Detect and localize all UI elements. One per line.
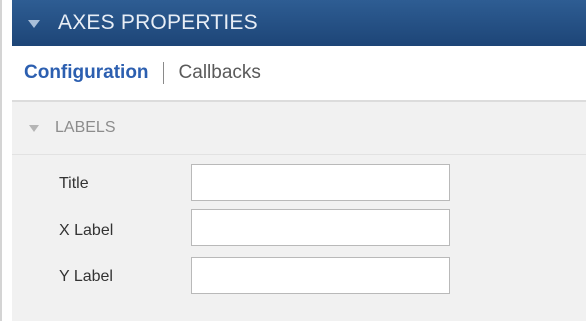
- title-input[interactable]: [191, 164, 450, 201]
- x-label-label: X Label: [59, 222, 114, 239]
- tab-callbacks[interactable]: Callbacks: [179, 62, 261, 84]
- y-label-input[interactable]: [191, 257, 450, 294]
- y-label-label: Y Label: [59, 268, 113, 285]
- labels-section: LABELS Title X Label Y Label: [12, 102, 586, 321]
- title-label: Title: [59, 175, 89, 192]
- section-collapse-caret-icon[interactable]: [29, 124, 39, 132]
- section-divider: [12, 154, 586, 155]
- panel-title: AXES PROPERTIES: [58, 11, 258, 34]
- tab-configuration[interactable]: Configuration: [24, 62, 149, 84]
- axes-properties-panel: AXES PROPERTIES Configuration Callbacks …: [0, 0, 586, 321]
- tab-bar: Configuration Callbacks: [12, 46, 586, 100]
- labels-section-header[interactable]: LABELS: [12, 102, 586, 154]
- x-label-input[interactable]: [191, 209, 450, 246]
- panel-header[interactable]: AXES PROPERTIES: [12, 0, 586, 46]
- section-title: LABELS: [55, 119, 116, 136]
- collapse-caret-icon[interactable]: [28, 20, 40, 28]
- tab-separator: [162, 62, 164, 84]
